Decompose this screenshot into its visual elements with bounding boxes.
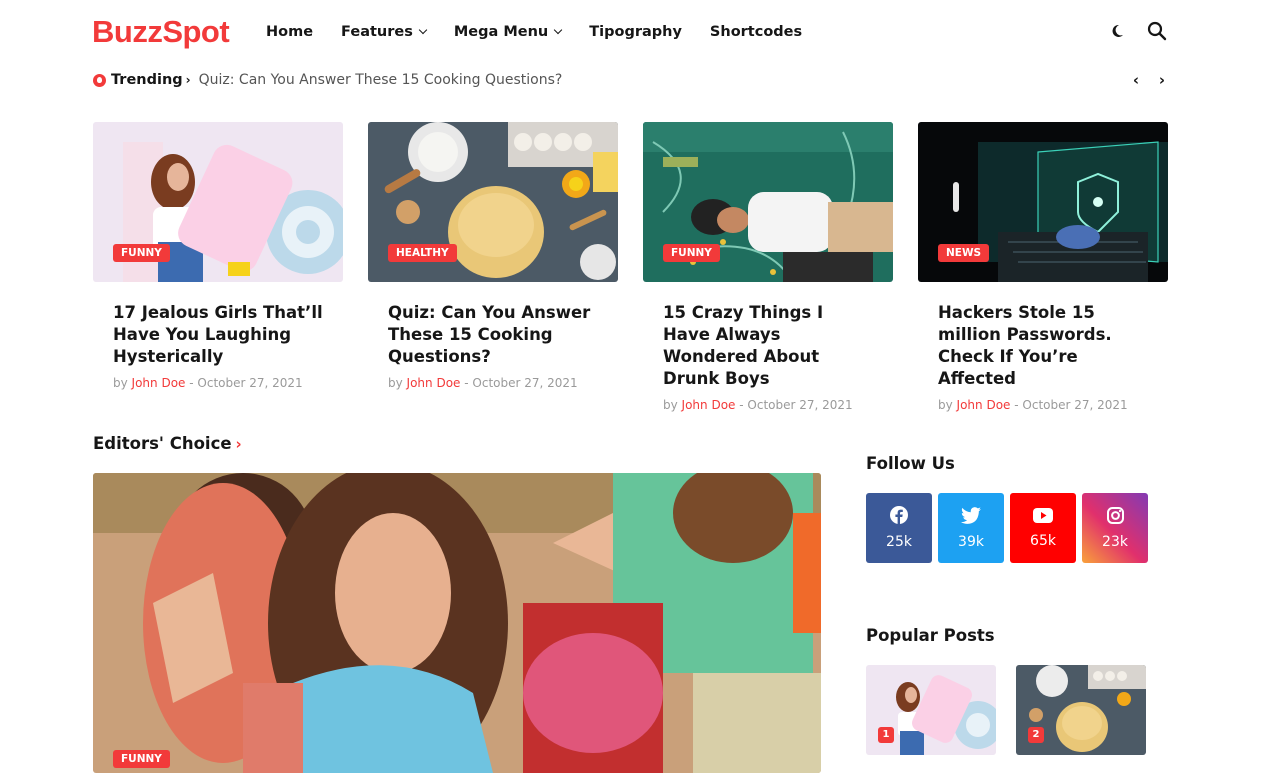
post-card[interactable]: NEWS Hackers Stole 15 million Passwords.… — [918, 122, 1168, 412]
twitter-count: 39k — [958, 533, 984, 550]
post-thumbnail[interactable]: HEALTHY — [368, 122, 618, 282]
category-badge[interactable]: FUNNY — [113, 244, 170, 262]
prev-arrow-icon[interactable]: ‹ — [1130, 70, 1142, 90]
nav-tipography-label: Tipography — [589, 24, 682, 40]
trending-label: Trending › — [111, 72, 191, 88]
next-arrow-icon[interactable]: › — [1156, 70, 1168, 90]
post-date: - October 27, 2021 — [1014, 398, 1128, 412]
popular-rank-badge: 2 — [1028, 727, 1044, 743]
nav-mega-menu[interactable]: Mega Menu — [453, 22, 563, 42]
post-card[interactable]: FUNNY 17 Jealous Girls That’ll Have You … — [93, 122, 343, 412]
trending-headline[interactable]: Quiz: Can You Answer These 15 Cooking Qu… — [199, 72, 563, 88]
popular-posts-heading: Popular Posts — [866, 626, 995, 645]
chevron-right-icon: › — [185, 73, 191, 87]
chevron-down-icon — [418, 25, 428, 34]
trending-label-text: Trending — [111, 72, 183, 88]
post-meta: by John Doe - October 27, 2021 — [663, 398, 873, 412]
post-thumbnail[interactable]: NEWS — [918, 122, 1168, 282]
post-title[interactable]: Hackers Stole 15 million Passwords. Chec… — [938, 302, 1148, 390]
post-date: - October 27, 2021 — [464, 376, 578, 390]
post-title[interactable]: 15 Crazy Things I Have Always Wondered A… — [663, 302, 873, 390]
main-nav: Home Features Mega Menu Tipography Short… — [266, 22, 830, 42]
post-title[interactable]: Quiz: Can You Answer These 15 Cooking Qu… — [388, 302, 598, 368]
facebook-counter[interactable]: 25k — [866, 493, 932, 563]
facebook-icon — [890, 506, 908, 528]
chevron-down-icon — [554, 25, 563, 34]
popular-post-thumbnail[interactable]: 1 — [866, 665, 996, 755]
category-badge[interactable]: FUNNY — [113, 750, 170, 768]
category-badge[interactable]: NEWS — [938, 244, 990, 262]
facebook-count: 25k — [886, 534, 912, 550]
editors-choice-heading-text: Editors' Choice — [93, 434, 232, 453]
instagram-counter[interactable]: 23k — [1082, 493, 1148, 563]
nav-home-label: Home — [266, 24, 314, 40]
by-label: by — [663, 398, 678, 412]
featured-post-image[interactable]: FUNNY — [93, 473, 821, 773]
by-label: by — [113, 376, 128, 390]
post-meta: by John Doe - October 27, 2021 — [113, 376, 323, 390]
follow-us-heading: Follow Us — [866, 454, 955, 473]
post-author[interactable]: John Doe — [407, 376, 461, 390]
trending-nav: ‹ › — [1130, 70, 1168, 90]
editors-choice-heading[interactable]: Editors' Choice › — [93, 434, 242, 453]
post-card[interactable]: HEALTHY Quiz: Can You Answer These 15 Co… — [368, 122, 618, 412]
post-thumbnail[interactable]: FUNNY — [93, 122, 343, 282]
instagram-count: 23k — [1102, 533, 1128, 550]
nav-tipography[interactable]: Tipography — [589, 22, 682, 42]
nav-features[interactable]: Features — [341, 22, 428, 42]
post-date: - October 27, 2021 — [739, 398, 853, 412]
post-author[interactable]: John Doe — [132, 376, 186, 390]
site-logo[interactable]: BuzzSpot — [92, 14, 230, 50]
twitter-icon — [961, 506, 981, 528]
post-thumbnail[interactable]: FUNNY — [643, 122, 893, 282]
fire-icon — [93, 73, 106, 87]
popular-rank-badge: 1 — [878, 727, 894, 743]
post-author[interactable]: John Doe — [957, 398, 1011, 412]
popular-post-thumbnail[interactable]: 2 — [1016, 665, 1146, 755]
post-meta: by John Doe - October 27, 2021 — [938, 398, 1148, 412]
social-counters: 25k 39k 65k 23k — [866, 493, 1148, 563]
youtube-count: 65k — [1030, 532, 1056, 549]
nav-mega-menu-label: Mega Menu — [453, 24, 549, 40]
nav-shortcodes[interactable]: Shortcodes — [710, 22, 802, 42]
by-label: by — [938, 398, 953, 412]
twitter-counter[interactable]: 39k — [938, 493, 1004, 563]
post-card[interactable]: FUNNY 15 Crazy Things I Have Always Wond… — [643, 122, 893, 412]
featured-cards: FUNNY 17 Jealous Girls That’ll Have You … — [93, 122, 1168, 412]
instagram-icon — [1106, 506, 1124, 528]
youtube-counter[interactable]: 65k — [1010, 493, 1076, 563]
chevron-right-icon: › — [235, 434, 242, 453]
post-meta: by John Doe - October 27, 2021 — [388, 376, 598, 390]
trending-bar: Trending › Quiz: Can You Answer These 15 … — [93, 70, 1168, 90]
popular-posts: 1 2 — [866, 665, 1146, 755]
dark-mode-icon[interactable] — [1106, 20, 1128, 42]
nav-home[interactable]: Home — [266, 22, 313, 42]
category-badge[interactable]: HEALTHY — [388, 244, 457, 262]
post-title[interactable]: 17 Jealous Girls That’ll Have You Laughi… — [113, 302, 323, 368]
by-label: by — [388, 376, 403, 390]
header-actions — [1106, 20, 1168, 42]
nav-features-label: Features — [341, 24, 413, 40]
search-icon[interactable] — [1146, 20, 1168, 42]
youtube-icon — [1033, 507, 1053, 527]
post-date: - October 27, 2021 — [189, 376, 303, 390]
nav-shortcodes-label: Shortcodes — [709, 24, 803, 40]
post-author[interactable]: John Doe — [682, 398, 736, 412]
category-badge[interactable]: FUNNY — [663, 244, 720, 262]
